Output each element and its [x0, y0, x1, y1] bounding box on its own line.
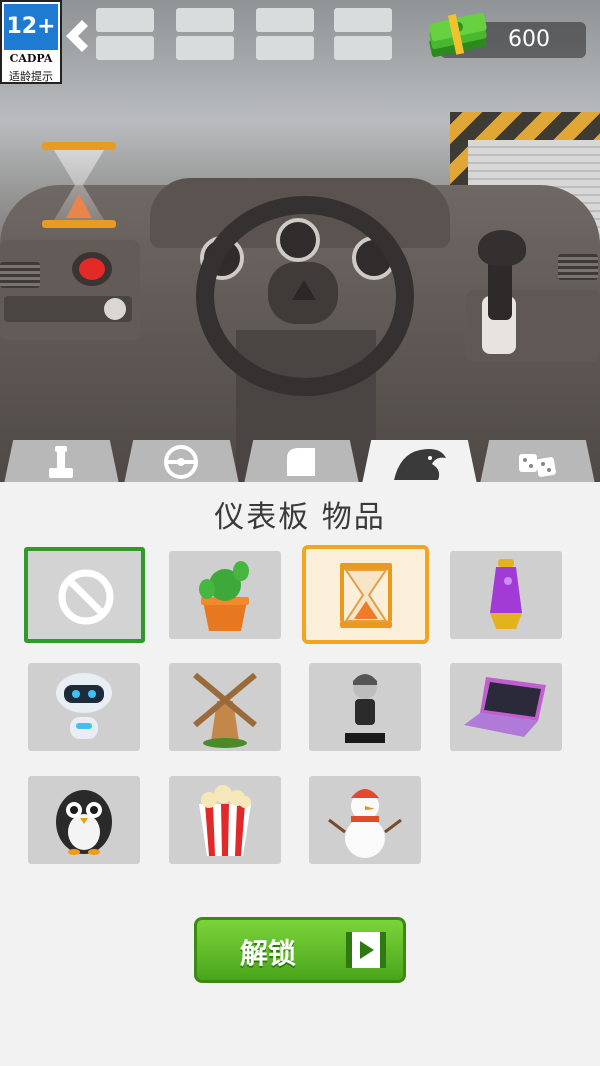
item-windmill[interactable] [169, 663, 281, 751]
age-rating-badge: 12+ CADPA 适龄提示 [0, 0, 62, 84]
panel-title: 仪表板 物品 [214, 500, 386, 535]
item-hourglass[interactable] [302, 545, 429, 644]
item-penguin[interactable] [28, 776, 140, 864]
window-pane [176, 8, 234, 32]
item-figurine[interactable] [309, 663, 421, 751]
figurine-icon [345, 674, 385, 743]
hazard-light-icon [72, 252, 112, 286]
back-button[interactable] [58, 16, 88, 56]
lion-emblem-icon [394, 449, 446, 480]
item-popcorn[interactable] [169, 776, 281, 864]
item-cactus[interactable] [169, 551, 281, 639]
window-pane [96, 8, 154, 32]
tab-seat[interactable] [244, 440, 359, 484]
window-pane [256, 8, 314, 32]
cactus-icon [199, 561, 249, 631]
steering-wheel-icon [164, 445, 198, 479]
item-snowman[interactable] [309, 776, 421, 864]
cash-stack-icon [429, 12, 487, 58]
item-none[interactable] [24, 547, 145, 643]
age-rating-tip: 适龄提示 [9, 70, 53, 83]
air-vent [558, 254, 598, 280]
air-vent [0, 262, 40, 288]
item-laptop[interactable] [450, 663, 562, 751]
item-lava-lamp[interactable] [450, 551, 562, 639]
window-pane [334, 8, 392, 32]
tab-steering[interactable] [124, 440, 239, 484]
age-rating-org: CADPA [9, 52, 53, 65]
window-pane [176, 36, 234, 60]
lava-lamp-icon [490, 559, 522, 629]
laptop-icon [464, 677, 546, 737]
penguin-icon [56, 790, 112, 855]
none-prohibited-icon [58, 569, 114, 625]
snowman-icon [328, 789, 402, 858]
video-play-icon [346, 932, 386, 968]
windmill-icon [193, 672, 257, 748]
item-robot[interactable] [28, 663, 140, 751]
gear-shifter-icon [49, 446, 73, 478]
window-pane [96, 36, 154, 60]
currency-value: 600 [508, 27, 550, 52]
hourglass-dash-item [42, 142, 116, 228]
gear-knob [478, 230, 526, 266]
unlock-label: 解锁 [239, 937, 296, 970]
cockpit-scene [0, 0, 600, 482]
tab-dashboard-items[interactable] [362, 440, 477, 484]
popcorn-icon [199, 785, 251, 856]
window-pane [256, 36, 314, 60]
steering-hub [268, 262, 338, 324]
tab-dice[interactable] [480, 440, 595, 484]
age-rating-label: 12+ [4, 4, 58, 50]
center-console-left [0, 240, 140, 340]
seat-icon [287, 448, 315, 476]
robot-icon [56, 673, 112, 739]
radio-knob [104, 298, 126, 320]
tab-shifter[interactable] [4, 440, 119, 484]
hourglass-icon [340, 563, 392, 628]
dice-icon [519, 454, 556, 477]
window-pane [334, 36, 392, 60]
back-arrow-icon [66, 20, 88, 52]
